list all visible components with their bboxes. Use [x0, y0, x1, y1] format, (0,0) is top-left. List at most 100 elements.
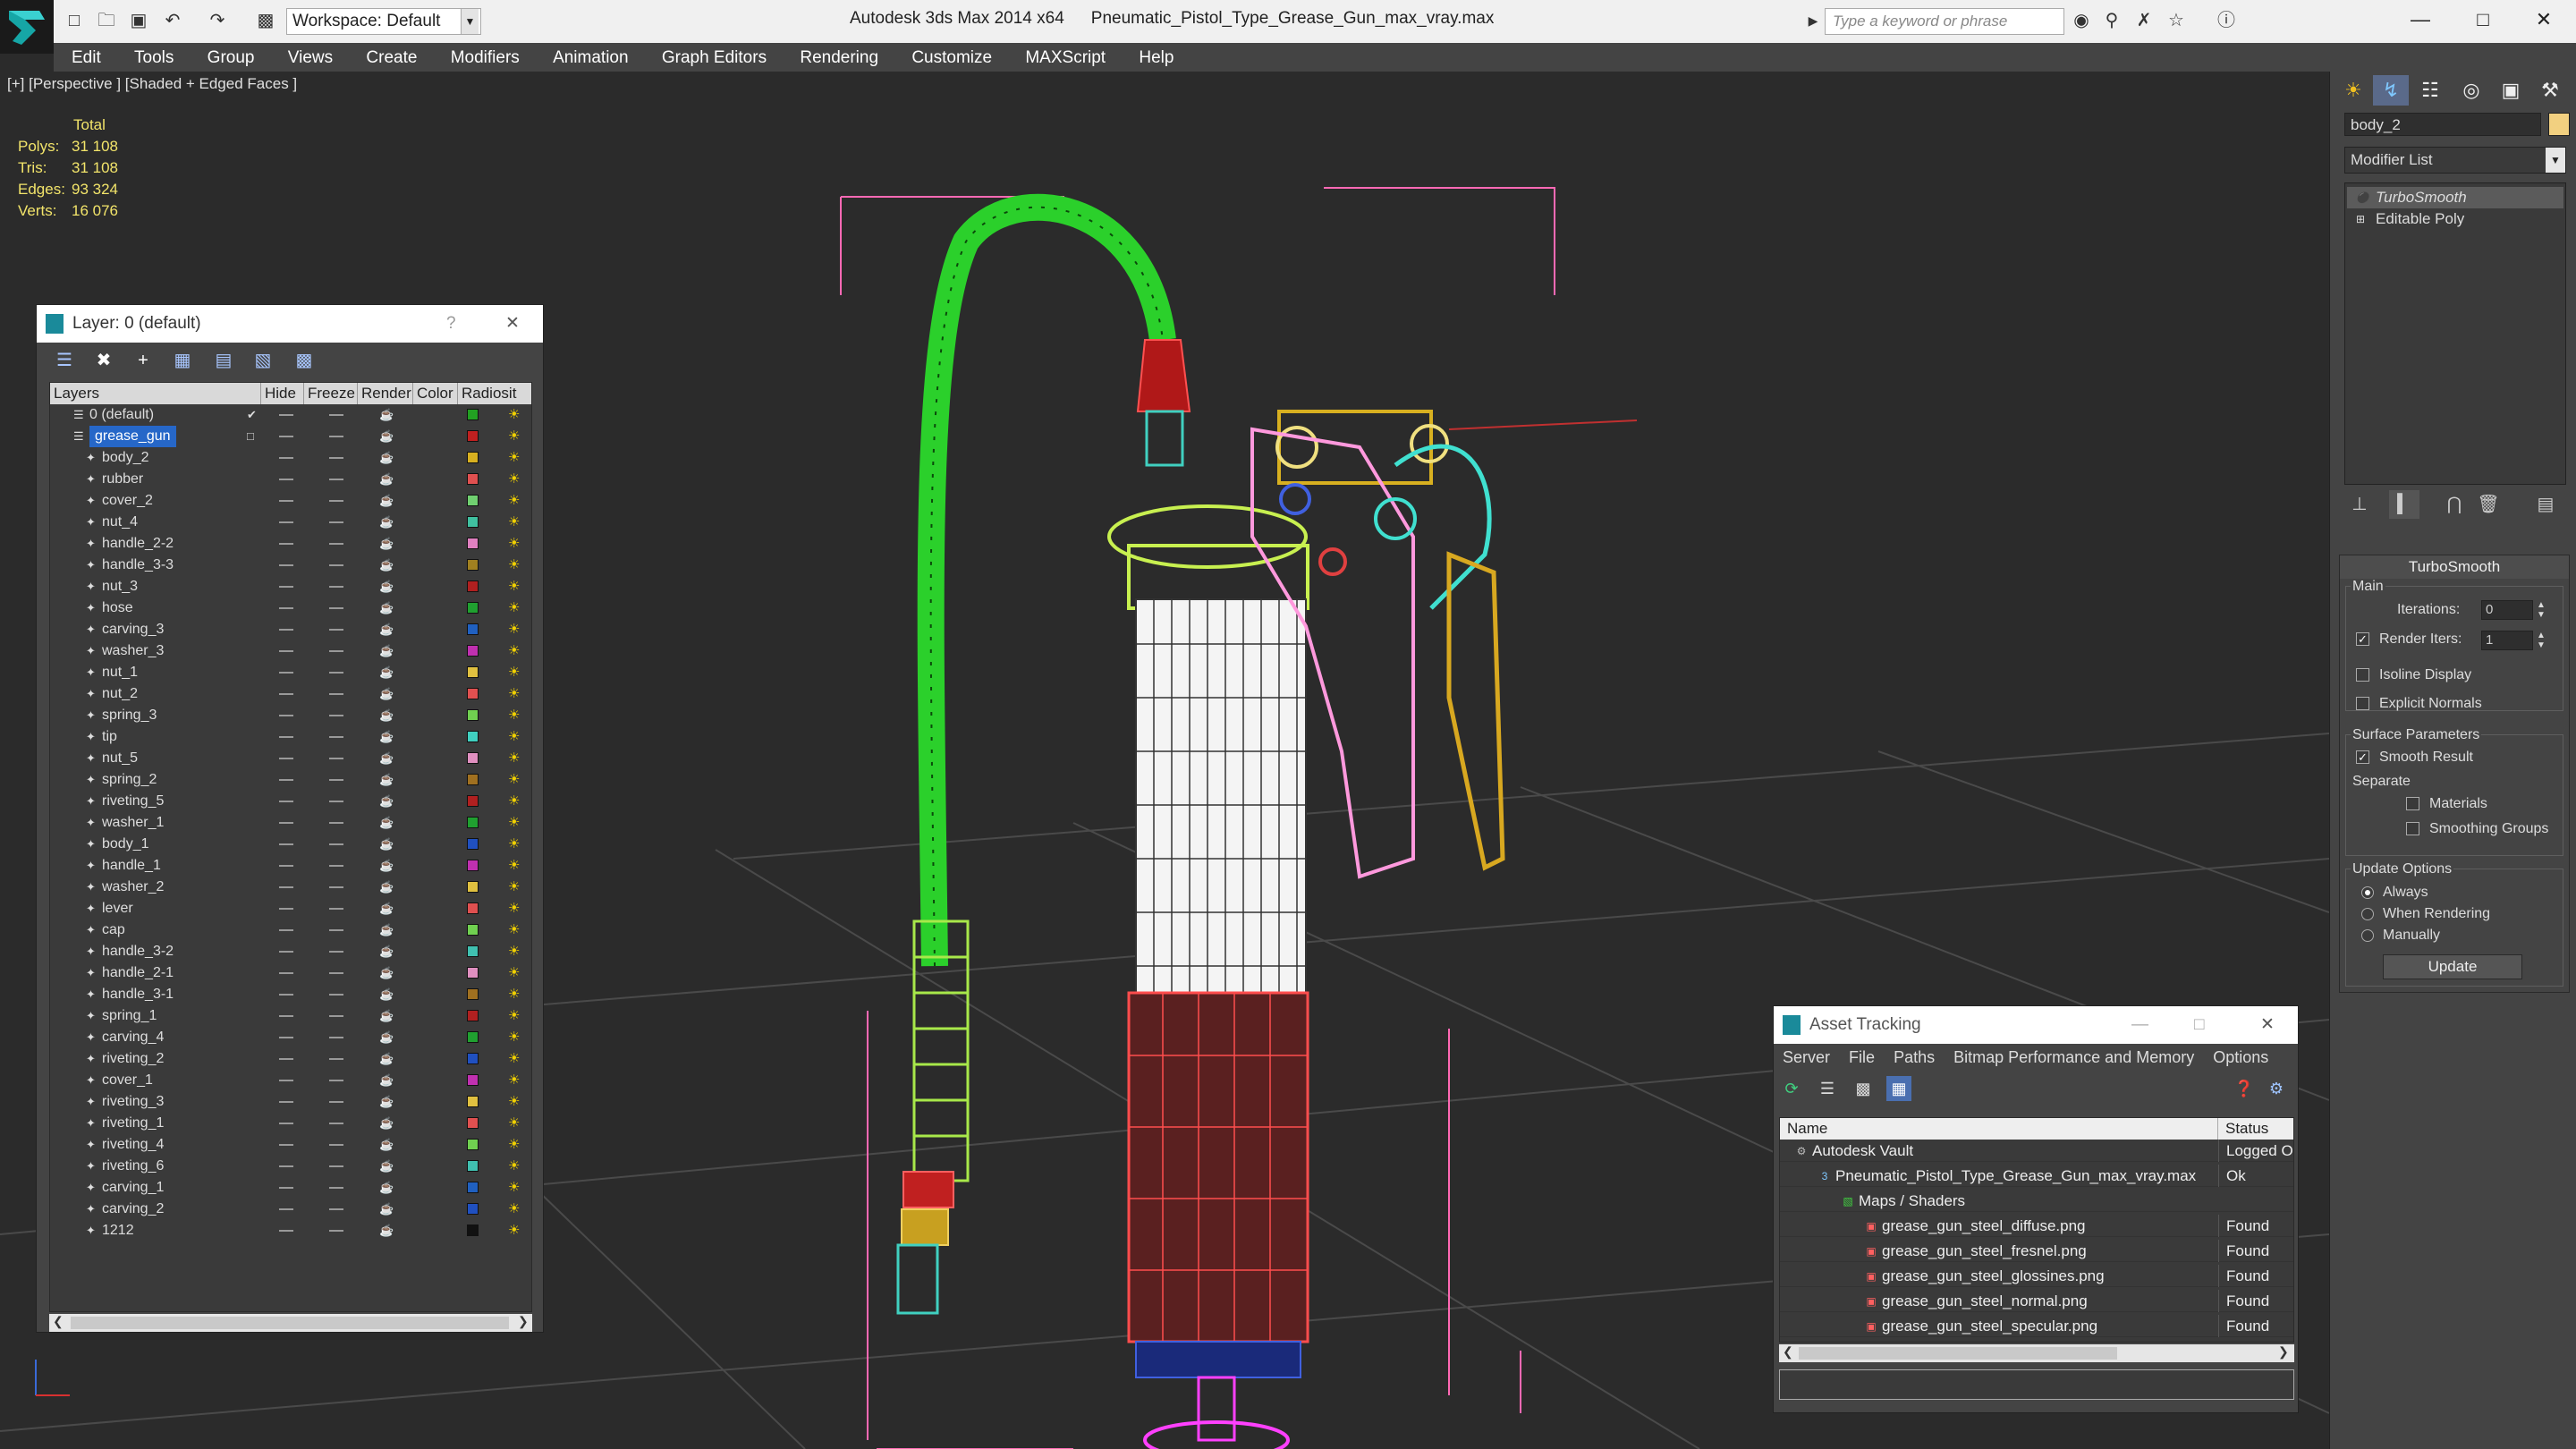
- close-icon[interactable]: ✕: [505, 305, 520, 343]
- asset-row[interactable]: ▣ grease_gun_steel_normal.png Found: [1780, 1290, 2293, 1312]
- radiosity-icon[interactable]: ☀: [508, 601, 524, 615]
- asset-window-title[interactable]: Asset Tracking — □ ✕: [1774, 1006, 2298, 1044]
- render-teapot-icon[interactable]: ☕: [379, 1096, 394, 1108]
- scroll-left-icon[interactable]: ❮: [1783, 1344, 1793, 1360]
- freeze-toggle[interactable]: [329, 564, 343, 566]
- layer-color-swatch[interactable]: [467, 881, 479, 893]
- layer-row[interactable]: ✦ handle_3-3 ☕ ☀: [50, 555, 531, 576]
- hide-toggle[interactable]: [279, 607, 293, 609]
- hide-toggle[interactable]: [279, 414, 293, 416]
- radiosity-icon[interactable]: ☀: [508, 837, 524, 852]
- configure-sets-icon[interactable]: ▤: [2530, 490, 2561, 519]
- add-icon[interactable]: +: [130, 348, 157, 373]
- make-unique-icon[interactable]: ⋂: [2439, 490, 2470, 519]
- freeze-toggle[interactable]: [329, 543, 343, 545]
- layer-color-swatch[interactable]: [467, 795, 479, 807]
- render-teapot-icon[interactable]: ☕: [379, 559, 394, 572]
- radiosity-icon[interactable]: ☀: [508, 1009, 524, 1023]
- hide-toggle[interactable]: [279, 1165, 293, 1167]
- search-expand-icon[interactable]: ▶: [1801, 9, 1825, 32]
- layer-color-swatch[interactable]: [467, 473, 479, 485]
- asset-menu-file[interactable]: File: [1840, 1044, 1880, 1071]
- maximize-icon[interactable]: □: [2451, 0, 2515, 39]
- radiosity-icon[interactable]: ☀: [508, 966, 524, 980]
- render-teapot-icon[interactable]: ☕: [379, 1053, 394, 1065]
- layer-row[interactable]: ✦ spring_2 ☕ ☀: [50, 769, 531, 791]
- column-hide[interactable]: Hide: [261, 383, 304, 404]
- layer-color-swatch[interactable]: [467, 1031, 479, 1043]
- chevron-down-icon[interactable]: ▼: [2546, 148, 2565, 173]
- render-teapot-icon[interactable]: ☕: [379, 817, 394, 829]
- hide-toggle[interactable]: [279, 972, 293, 974]
- utilities-tab-icon[interactable]: ⚒: [2532, 75, 2568, 106]
- render-teapot-icon[interactable]: ☕: [379, 860, 394, 872]
- thumbnail-view-icon[interactable]: ▩: [1851, 1076, 1876, 1101]
- render-teapot-icon[interactable]: ☕: [379, 1160, 394, 1173]
- exchange-icon[interactable]: ✗: [2132, 9, 2156, 32]
- hide-toggle[interactable]: [279, 843, 293, 845]
- render-teapot-icon[interactable]: ☕: [379, 602, 394, 614]
- render-teapot-icon[interactable]: ☕: [379, 645, 394, 657]
- delete-layer-icon[interactable]: ✖: [90, 348, 117, 373]
- hide-toggle[interactable]: [279, 908, 293, 910]
- close-icon[interactable]: ✕: [2260, 1006, 2275, 1044]
- undo-icon[interactable]: ↶: [161, 9, 184, 32]
- refresh-icon[interactable]: ⟳: [1779, 1076, 1804, 1101]
- asset-menu-server[interactable]: Server: [1774, 1044, 1835, 1071]
- hide-toggle[interactable]: [279, 543, 293, 545]
- layer-color-swatch[interactable]: [467, 1160, 479, 1172]
- render-teapot-icon[interactable]: ☕: [379, 1139, 394, 1151]
- layer-row[interactable]: ✦ washer_2 ☕ ☀: [50, 877, 531, 898]
- render-teapot-icon[interactable]: ☕: [379, 1010, 394, 1022]
- layer-row[interactable]: ✦ nut_2 ☕ ☀: [50, 683, 531, 705]
- layer-color-swatch[interactable]: [467, 409, 479, 420]
- search-input[interactable]: Type a keyword or phrase: [1825, 8, 2064, 35]
- smooth-result-checkbox[interactable]: ✓: [2356, 750, 2369, 764]
- radiosity-icon[interactable]: ☀: [508, 687, 524, 701]
- help-icon[interactable]: ?: [446, 305, 456, 343]
- radiosity-icon[interactable]: ☀: [508, 708, 524, 723]
- iterations-spinner[interactable]: 0: [2481, 600, 2533, 620]
- menu-modifiers[interactable]: Modifiers: [436, 43, 534, 72]
- scroll-left-icon[interactable]: ❮: [53, 1314, 64, 1329]
- layer-color-swatch[interactable]: [467, 1117, 479, 1129]
- hide-toggle[interactable]: [279, 564, 293, 566]
- radiosity-icon[interactable]: ☀: [508, 429, 524, 444]
- layer-color-swatch[interactable]: [467, 1096, 479, 1107]
- render-teapot-icon[interactable]: ☕: [379, 731, 394, 743]
- hide-toggle[interactable]: [279, 629, 293, 631]
- layer-row[interactable]: ☰ 0 (default) ✔ ☕ ☀: [50, 404, 531, 426]
- horizontal-scrollbar[interactable]: ❮ ❯: [49, 1314, 532, 1332]
- highlight-layer-icon[interactable]: ▤: [210, 348, 237, 373]
- radiosity-icon[interactable]: ☀: [508, 923, 524, 937]
- hide-toggle[interactable]: [279, 1187, 293, 1189]
- layer-row[interactable]: ✦ rubber ☕ ☀: [50, 469, 531, 490]
- expand-icon[interactable]: ⊞: [2356, 213, 2368, 225]
- asset-row[interactable]: ▧ Maps / Shaders: [1780, 1190, 2293, 1212]
- layer-row[interactable]: ✦ washer_3 ☕ ☀: [50, 640, 531, 662]
- render-teapot-icon[interactable]: ☕: [379, 709, 394, 722]
- freeze-toggle[interactable]: [329, 779, 343, 781]
- radiosity-icon[interactable]: ☀: [508, 902, 524, 916]
- radiosity-icon[interactable]: ☀: [508, 1181, 524, 1195]
- radiosity-icon[interactable]: ☀: [508, 987, 524, 1002]
- radiosity-icon[interactable]: ☀: [508, 945, 524, 959]
- freeze-toggle[interactable]: [329, 436, 343, 437]
- radiosity-icon[interactable]: ☀: [508, 1073, 524, 1088]
- layer-row[interactable]: ✦ washer_1 ☕ ☀: [50, 812, 531, 834]
- open-file-icon[interactable]: 🗀: [95, 9, 118, 32]
- set-current-icon[interactable]: □: [247, 430, 259, 443]
- hide-toggle[interactable]: [279, 779, 293, 781]
- layer-color-swatch[interactable]: [467, 752, 479, 764]
- layer-row[interactable]: ✦ cover_2 ☕ ☀: [50, 490, 531, 512]
- hide-toggle[interactable]: [279, 1058, 293, 1060]
- when-rendering-radio[interactable]: [2361, 908, 2374, 920]
- hide-toggle[interactable]: [279, 1230, 293, 1232]
- hide-toggle[interactable]: [279, 650, 293, 652]
- menu-customize[interactable]: Customize: [897, 43, 1006, 72]
- layer-color-swatch[interactable]: [467, 516, 479, 528]
- hide-toggle[interactable]: [279, 929, 293, 931]
- layer-color-swatch[interactable]: [467, 688, 479, 699]
- layer-row[interactable]: ✦ riveting_6 ☕ ☀: [50, 1156, 531, 1177]
- column-status[interactable]: Status: [2218, 1118, 2293, 1140]
